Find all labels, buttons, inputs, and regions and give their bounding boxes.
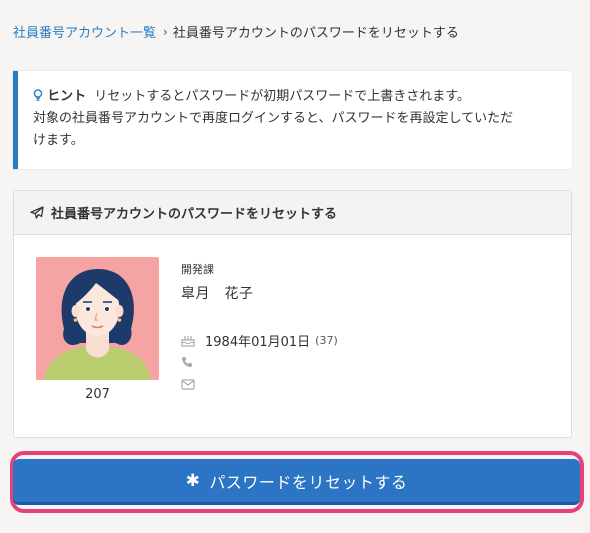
reset-password-button-label: パスワードをリセットする xyxy=(209,472,408,492)
breadcrumb: 社員番号アカウント一覧 › 社員番号アカウントのパスワードをリセットする xyxy=(13,22,459,42)
email-row xyxy=(181,373,338,395)
employee-info: 開発課 皐月 花子 1984年01月01日 (37) xyxy=(181,261,338,395)
paper-plane-icon xyxy=(30,206,44,219)
breadcrumb-link-account-list[interactable]: 社員番号アカウント一覧 xyxy=(13,22,156,41)
employee-department: 開発課 xyxy=(181,263,214,276)
hint-label: ヒント xyxy=(47,89,87,104)
avatar xyxy=(36,257,159,380)
breadcrumb-current: 社員番号アカウントのパスワードをリセットする xyxy=(172,26,459,41)
hint-text-2: 対象の社員番号アカウントで再度ログインすると、パスワードを再設定していただ xyxy=(33,111,514,126)
employee-name: 皐月 花子 xyxy=(181,286,254,302)
lightbulb-icon xyxy=(33,89,43,101)
reset-card: 社員番号アカウントのパスワードをリセットする 207 開発課 皐月 花子 198… xyxy=(13,190,572,438)
employee-number: 207 xyxy=(85,387,110,402)
card-header: 社員番号アカウントのパスワードをリセットする xyxy=(14,191,571,235)
birthday-cake-icon xyxy=(181,334,197,347)
asterisk-icon: ✱ xyxy=(185,470,201,491)
envelope-icon xyxy=(181,378,197,390)
phone-row xyxy=(181,351,338,373)
hint-text-1: リセットするとパスワードが初期パスワードで上書きされます。 xyxy=(94,89,470,104)
employee-avatar-block: 207 xyxy=(36,257,159,402)
birthday-row: 1984年01月01日 (37) xyxy=(181,329,338,351)
breadcrumb-separator: › xyxy=(163,24,168,39)
card-title: 社員番号アカウントのパスワードをリセットする xyxy=(51,207,338,222)
employee-age: (37) xyxy=(315,333,338,347)
hint-line-1: ヒント リセットするとパスワードが初期パスワードで上書きされます。 xyxy=(33,86,558,108)
hint-box: ヒント リセットするとパスワードが初期パスワードで上書きされます。 対象の社員番… xyxy=(13,71,572,169)
phone-icon xyxy=(181,356,197,368)
reset-password-button[interactable]: ✱ パスワードをリセットする xyxy=(13,459,580,505)
employee-birthday: 1984年01月01日 xyxy=(205,334,311,350)
hint-text-3: けます。 xyxy=(33,133,84,148)
